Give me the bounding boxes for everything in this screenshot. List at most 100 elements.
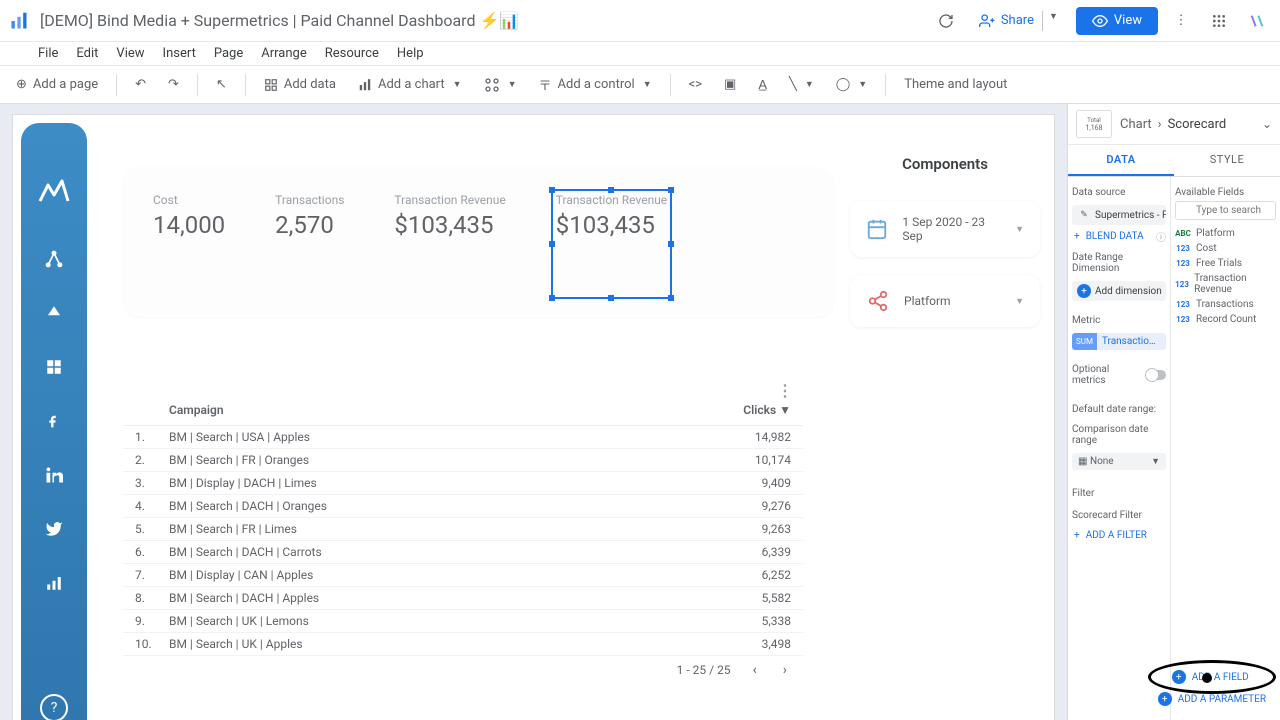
add-field-button[interactable]: + ADD A FIELD [1158,666,1266,688]
field-item[interactable]: 123Free Trials [1175,256,1276,271]
nav-facebook-icon[interactable] [44,411,64,431]
table-row[interactable]: 8.BM | Search | DACH | Apples5,582 [123,587,803,610]
date-range-control[interactable]: 1 Sep 2020 - 23 Sep ▼ [850,201,1040,257]
app-logo-icon[interactable] [8,10,30,32]
chevron-down-icon[interactable]: ⌄ [1262,117,1272,131]
campaign-table[interactable]: ⋮ Campaign Clicks ▼ 1.BM | Search | USA … [123,375,803,678]
table-row[interactable]: 1.BM | Search | USA | Apples14,982 [123,426,803,449]
separator [116,74,117,96]
menu-edit[interactable]: Edit [76,46,98,61]
field-item[interactable]: 123Transactions [1175,297,1276,312]
table-row[interactable]: 7.BM | Display | CAN | Apples6,252 [123,564,803,587]
image-icon[interactable]: ▣ [716,73,744,96]
pointer-icon[interactable]: ↖ [208,73,235,96]
menu-page[interactable]: Page [214,46,243,61]
separator [197,74,198,96]
date-range-text: 1 Sep 2020 - 23 Sep [902,215,1001,243]
field-search-input[interactable] [1175,201,1276,220]
document-title[interactable]: [DEMO] Bind Media + Supermetrics | Paid … [40,11,931,30]
undo-button[interactable]: ↶ [127,73,154,96]
add-page-button[interactable]: ⊕ Add a page [8,73,106,96]
view-button[interactable]: View [1076,7,1158,35]
table-row[interactable]: 3.BM | Display | DACH | Limes9,409 [123,472,803,495]
optional-metrics-toggle[interactable] [1146,370,1166,380]
text-icon[interactable]: A̲ [750,73,775,97]
more-options-icon[interactable]: ⋮ [1166,6,1196,36]
table-menu-icon[interactable]: ⋮ [777,381,793,400]
crumb-chart[interactable]: Chart [1120,117,1152,132]
theme-layout-button[interactable]: Theme and layout [896,73,1015,96]
add-dimension-chip[interactable]: +Add dimension [1072,281,1166,301]
nav-share-icon[interactable] [44,249,64,269]
menu-arrange[interactable]: Arrange [261,46,306,61]
column-campaign[interactable]: Campaign [169,403,701,417]
chart-type-header[interactable]: Total 1,168 Chart › Scorecard ⌄ [1068,104,1280,145]
available-fields-label: Available Fields [1175,187,1276,198]
kpi-revenue-selected[interactable]: Transaction Revenue $103,435 [556,193,667,291]
props-tabs: DATA STYLE [1068,145,1280,177]
data-source-chip[interactable]: ✎Supermetrics - For… [1072,205,1166,225]
field-item[interactable]: 123Transaction Revenue [1175,271,1276,297]
blend-data-button[interactable]: +BLEND DATA [1072,229,1146,244]
menu-insert[interactable]: Insert [163,46,196,61]
shape-icon[interactable]: ◯▼ [828,73,875,96]
add-filter-button[interactable]: +ADD A FILTER [1072,528,1166,543]
nav-twitter-icon[interactable] [44,519,64,539]
prev-page-icon[interactable]: ‹ [749,662,761,678]
menu-file[interactable]: File [38,46,58,61]
table-row[interactable]: 6.BM | Search | DACH | Carrots6,339 [123,541,803,564]
blend-label: BLEND DATA [1086,231,1144,242]
nav-grid-icon[interactable] [44,357,64,377]
crumb-scorecard[interactable]: Scorecard [1168,117,1227,132]
add-data-button[interactable]: Add data [256,73,344,96]
table-row[interactable]: 5.BM | Search | FR | Limes9,263 [123,518,803,541]
nav-chart-icon[interactable] [44,573,64,593]
tab-data[interactable]: DATA [1068,145,1174,176]
add-page-label: Add a page [33,77,98,92]
add-parameter-button[interactable]: + ADD A PARAMETER [1158,692,1266,706]
next-page-icon[interactable]: › [779,662,791,678]
field-item[interactable]: 123Record Count [1175,312,1276,327]
embed-icon[interactable]: <> [681,73,710,96]
brand-icon[interactable] [1242,6,1272,36]
available-fields-column: Available Fields 🔍 ABCPlatform123Cost123… [1171,177,1280,720]
canvas-area[interactable]: ? Cost 14,000 Transactions 2,570 Transac… [0,104,1067,720]
brand-mark-icon [36,171,72,207]
tab-style[interactable]: STYLE [1174,145,1280,176]
column-clicks[interactable]: Clicks ▼ [701,403,791,417]
kpi-revenue[interactable]: Transaction Revenue $103,435 [394,193,505,291]
menu-help[interactable]: Help [397,46,424,61]
menu-view[interactable]: View [116,46,144,61]
redo-button[interactable]: ↷ [160,73,187,96]
kpi-cost[interactable]: Cost 14,000 [153,193,225,291]
refresh-icon[interactable] [931,6,961,36]
field-item[interactable]: ABCPlatform [1175,226,1276,241]
line-icon[interactable]: ╲▼ [781,73,822,96]
kpi-transactions[interactable]: Transactions 2,570 [275,193,344,291]
menu-resource[interactable]: Resource [325,46,379,61]
nav-up-icon[interactable] [44,303,64,323]
table-row[interactable]: 10.BM | Search | UK | Apples3,498 [123,633,803,656]
report-canvas[interactable]: ? Cost 14,000 Transactions 2,570 Transac… [12,114,1055,720]
view-label: View [1114,13,1142,28]
add-filter-label: ADD A FILTER [1086,530,1147,541]
share-dropdown-icon[interactable]: ▼ [1042,11,1058,31]
field-item[interactable]: 123Cost [1175,241,1276,256]
table-row[interactable]: 2.BM | Search | FR | Oranges10,174 [123,449,803,472]
share-button[interactable]: Share ▼ [969,6,1068,36]
community-viz-icon[interactable]: ▼ [476,73,525,97]
help-icon[interactable]: ? [40,694,68,720]
info-icon[interactable]: ⓘ [1156,229,1166,244]
thumb-label: Total [1087,117,1100,124]
share-label: Share [1001,13,1034,28]
chevron-down-icon: ▼ [1151,456,1160,467]
nav-linkedin-icon[interactable] [44,465,64,485]
platform-control[interactable]: Platform ▼ [850,275,1040,327]
add-control-button[interactable]: 〒 Add a control▼ [531,71,660,98]
metric-chip[interactable]: SUM Transaction Reven… [1072,333,1166,350]
table-row[interactable]: 4.BM | Search | DACH | Oranges9,276 [123,495,803,518]
grid-apps-icon[interactable] [1204,6,1234,36]
add-chart-button[interactable]: Add a chart▼ [350,73,470,96]
table-row[interactable]: 9.BM | Search | UK | Lemons5,338 [123,610,803,633]
comparison-select[interactable]: ▦ None ▼ [1072,453,1166,470]
